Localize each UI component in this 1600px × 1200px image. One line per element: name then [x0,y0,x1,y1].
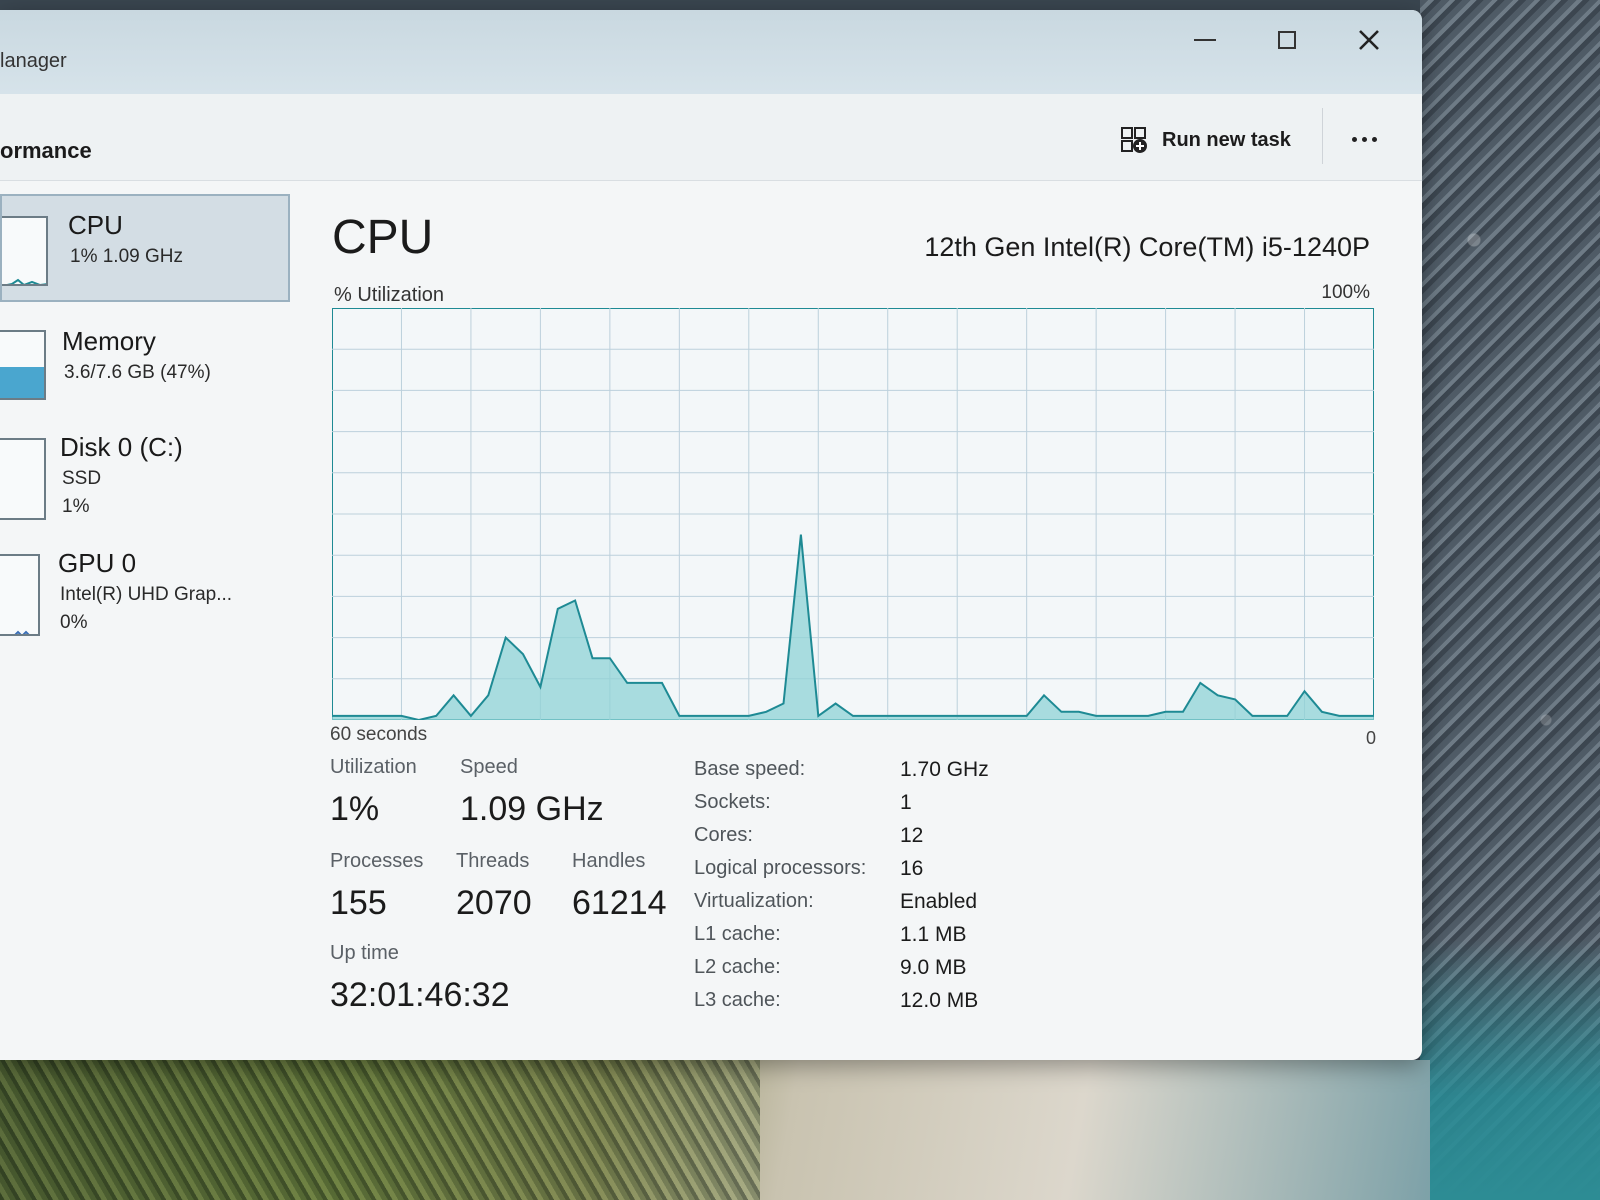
performance-sidebar: CPU 1% 1.09 GHz Memory 3.6/7.6 GB (47%) … [0,182,300,1060]
sidebar-item-detail: SSD [62,468,102,489]
spec-value-base-speed: 1.70 GHz [900,758,989,781]
spec-value-l2-cache: 9.0 MB [900,956,967,979]
spec-value-l3-cache: 12.0 MB [900,989,979,1012]
spec-key-sockets: Sockets: [694,791,771,813]
minimize-icon [1194,39,1216,41]
spec-key-l3-cache: L3 cache: [694,989,781,1011]
speed-value: 1.09 GHz [460,790,604,828]
run-task-icon [1121,127,1147,153]
y-axis-max-label: 100% [1321,282,1370,303]
uptime-label: Up time [330,942,399,964]
processes-value: 155 [330,884,387,922]
spec-value-l1-cache: 1.1 MB [900,923,967,946]
utilization-label: Utilization [330,756,417,778]
cpu-thumbnail-graph [2,216,48,286]
threads-value: 2070 [456,884,532,922]
sidebar-item-gpu[interactable]: GPU 0 Intel(R) UHD Grap... 0% [0,542,290,650]
memory-usage-fill [0,366,44,398]
cpu-graph-canvas [332,308,1374,720]
spec-value-sockets: 1 [900,791,912,814]
sidebar-item-usage: 0% [60,612,88,633]
spec-value-cores: 12 [900,824,924,847]
maximize-button[interactable] [1262,16,1312,64]
sidebar-item-usage: 1% [62,496,90,517]
desktop-background-surface [1420,0,1600,1200]
sidebar-item-detail: 1% 1.09 GHz [70,246,183,267]
task-manager-window: lanager ormance Run new task CPU 1% 1.09… [0,10,1422,1060]
threads-label: Threads [456,850,530,872]
memory-thumbnail-graph [0,330,46,400]
disk-thumbnail-graph [0,438,46,520]
spec-key-logical-processors: Logical processors: [694,857,867,879]
desktop-wallpaper [0,1060,1430,1200]
sidebar-item-label: GPU 0 [58,548,137,578]
page-title: CPU [332,211,434,264]
close-icon [1359,30,1379,50]
page-heading: ormance [0,138,92,163]
uptime-value: 32:01:46:32 [330,976,510,1014]
spec-key-l2-cache: L2 cache: [694,956,781,978]
sidebar-item-label: Disk 0 (C:) [60,432,183,462]
spec-key-base-speed: Base speed: [694,758,806,780]
sidebar-item-memory[interactable]: Memory 3.6/7.6 GB (47%) [0,316,290,424]
utilization-value: 1% [330,790,380,828]
x-axis-time-label: 60 seconds [330,724,428,745]
sidebar-item-cpu[interactable]: CPU 1% 1.09 GHz [0,194,290,302]
run-new-task-button[interactable]: Run new task [1120,120,1291,160]
cpu-utilization-graph [332,308,1374,720]
handles-value: 61214 [572,884,667,922]
sidebar-item-detail: Intel(R) UHD Grap... [60,584,233,605]
app-title: lanager [0,50,67,72]
more-options-icon [1351,136,1357,142]
sidebar-item-disk[interactable]: Disk 0 (C:) SSD 1% [0,426,290,534]
sidebar-item-label: CPU [68,210,123,240]
toolbar-divider [1322,108,1323,164]
command-bar: ormance Run new task [0,94,1422,181]
more-options-button[interactable] [1342,124,1386,154]
close-button[interactable] [1344,16,1394,64]
handles-label: Handles [572,850,646,872]
sidebar-item-detail: 3.6/7.6 GB (47%) [64,362,211,383]
gpu-thumbnail-graph [0,554,40,636]
spec-key-virtualization: Virtualization: [694,890,814,912]
x-axis-zero-label: 0 [1365,728,1376,748]
minimize-button[interactable] [1180,16,1230,64]
cpu-model-name: 12th Gen Intel(R) Core(TM) i5-1240P [924,232,1370,262]
sidebar-item-label: Memory [62,326,156,356]
maximize-icon [1278,31,1296,49]
utilization-axis-label: % Utilization [334,284,445,306]
speed-label: Speed [460,756,518,778]
spec-key-cores: Cores: [694,824,753,846]
spec-value-logical-processors: 16 [900,857,924,880]
title-bar[interactable]: lanager [0,10,1422,94]
run-new-task-label: Run new task [1162,128,1291,151]
spec-key-l1-cache: L1 cache: [694,923,781,945]
processes-label: Processes [330,850,424,872]
spec-value-virtualization: Enabled [900,890,978,913]
